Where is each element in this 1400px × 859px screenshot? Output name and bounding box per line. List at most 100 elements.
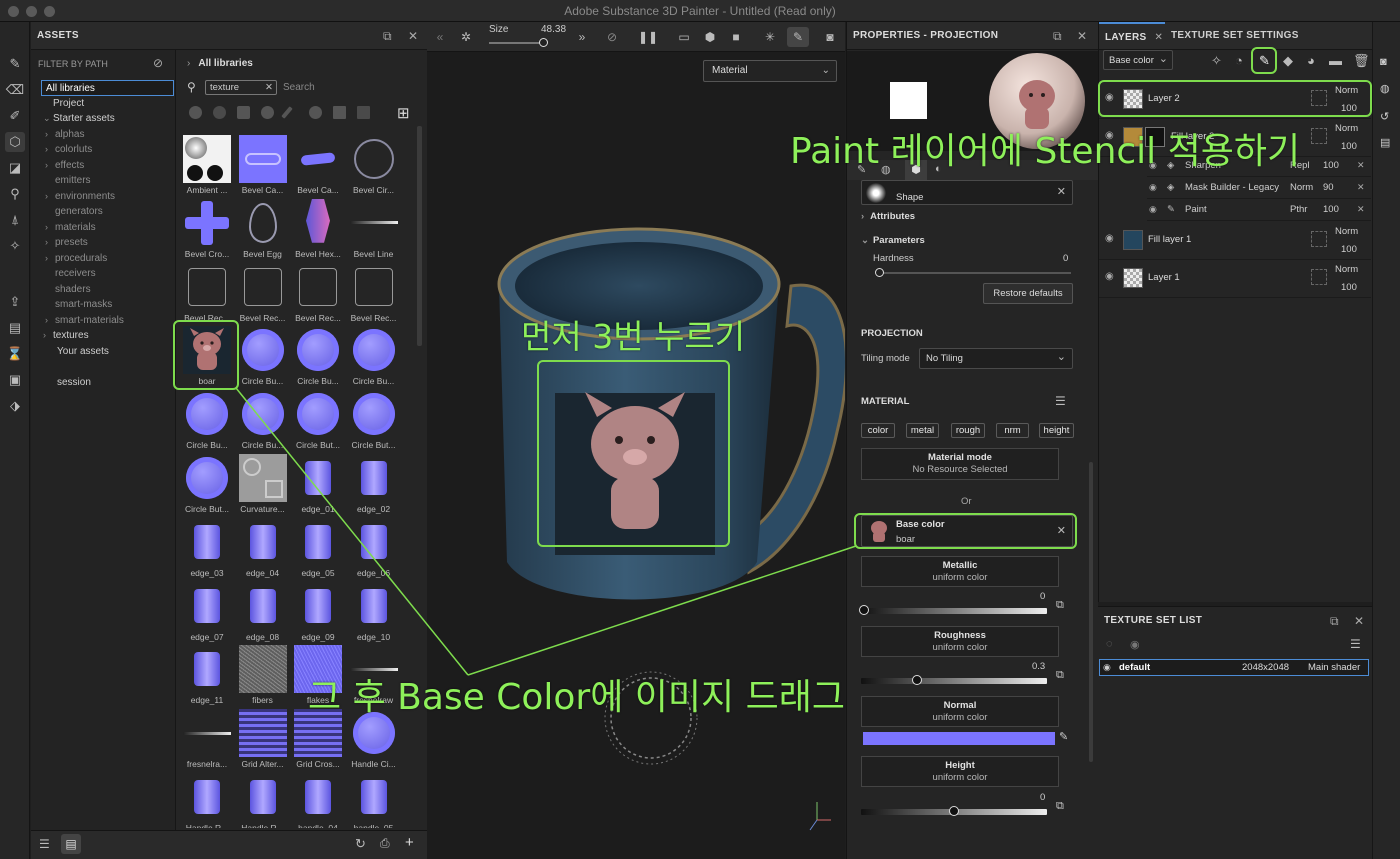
smart-material-filter-icon[interactable] [213,106,226,119]
asset-tile[interactable]: Bevel Cro... [181,198,233,260]
asset-tile[interactable]: Bevel Ca... [237,134,289,196]
chevron-right-icon[interactable]: › [45,142,55,158]
asset-tile[interactable]: Handle R... [237,772,289,828]
metallic-slider[interactable] [859,605,1047,615]
filter-item[interactable]: › environments [31,189,176,205]
bake-icon[interactable]: ▤ [5,318,25,338]
float-panel-icon[interactable]: ⧉ [1330,607,1339,635]
hardness-slider[interactable] [875,268,1071,277]
asset-tile[interactable]: edge_05 [292,517,344,579]
layer-opacity[interactable]: 100 [1341,244,1357,255]
asset-scrollbar[interactable] [417,126,422,346]
channel-tag-rough[interactable]: rough [951,423,985,438]
asset-tile[interactable]: fresnelra... [181,708,233,770]
channel-tag-metal[interactable]: metal [906,423,939,438]
asset-tile[interactable]: Circle Bu... [292,325,344,387]
chevron-right-icon[interactable]: › [45,313,55,329]
tool-settings-icon[interactable]: ✲ [455,27,477,47]
parameters-section[interactable]: ⌄ Parameters [861,235,925,246]
channel-dropdown[interactable]: Base color ⌄ [1103,50,1173,70]
asset-tile[interactable]: edge_04 [237,517,289,579]
chevron-down-icon[interactable]: ⌄ [43,111,53,127]
asset-tile[interactable]: Bevel Rec... [292,262,344,324]
filter-item[interactable]: All libraries [41,80,174,96]
asset-tile[interactable]: edge_06 [348,517,400,579]
effect-row[interactable]: ◉ ✎ Paint Pthr 100 ✕ [1147,199,1371,221]
eye-icon[interactable]: ◉ [1149,182,1157,193]
shelf-icon[interactable]: ⬗ [5,396,25,416]
asset-tile[interactable]: Bevel Rec... [348,262,400,324]
add-icon[interactable]: + [405,834,414,851]
expand-right-icon[interactable]: » [571,27,593,47]
blend-mode[interactable]: Norm [1335,264,1358,275]
paint-brush-icon[interactable]: ✎ [5,54,25,74]
refresh-icon[interactable]: ↻ [355,836,366,852]
chevron-right-icon[interactable]: › [45,189,55,205]
effect-row[interactable]: ◉ ◈ Mask Builder - Legacy Norm 90 ✕ [1147,177,1371,199]
texture-filter-icon[interactable] [333,106,346,119]
texture-set-row[interactable]: ◉ default 2048x2048 Main shader [1099,659,1369,676]
eye-icon[interactable]: ◉ [1105,233,1114,244]
filter-item[interactable]: session [31,375,176,391]
close-icon[interactable]: ✕ [1077,22,1087,50]
asset-tile[interactable]: Bevel Line [348,198,400,260]
add-mask-icon[interactable]: ◔ [1235,53,1243,68]
height-value[interactable]: 0 [1040,792,1045,803]
metallic-picker-icon[interactable]: ⧉ [1056,599,1064,612]
chevron-right-icon[interactable]: › [45,220,55,236]
tiling-mode-dropdown[interactable]: No Tiling ⌄ [919,348,1073,369]
roughness-picker-icon[interactable]: ⧉ [1056,669,1064,682]
close-icon[interactable]: ✕ [408,22,418,50]
asset-tile[interactable]: Bevel Rec... [237,262,289,324]
tsl-menu-icon[interactable]: ☰ [1350,637,1361,651]
delete-layer-icon[interactable]: 🗑 [1353,53,1370,69]
add-fill-layer-icon[interactable]: ◆ [1283,53,1293,69]
layer-row[interactable]: ◉ Layer 1 Norm 100 [1099,260,1371,298]
filter-item[interactable]: › alphas [31,127,176,143]
projection-icon[interactable]: ✐ [5,106,25,126]
asset-tile[interactable]: Curvature... [237,453,289,515]
asset-tile[interactable]: Handle R... [181,772,233,828]
metallic-value[interactable]: 0 [1040,591,1045,602]
asset-tile[interactable]: edge_11 [181,644,233,706]
camera-settings-icon[interactable]: ◙ [1380,56,1387,68]
effect-blend[interactable]: Norm [1290,182,1313,193]
brush-filter-icon[interactable] [281,106,293,119]
eye-icon[interactable]: ◉ [1149,204,1157,215]
filter-item[interactable]: ⌄ Starter assets [31,111,176,127]
asset-tile[interactable]: Circle Bu... [181,389,233,451]
channel-tag-nrm[interactable]: nrm [996,423,1029,438]
particle-filter-icon[interactable] [309,106,322,119]
filter-item[interactable]: shaders [31,282,176,298]
add-folder-icon[interactable]: ▬ [1329,53,1342,68]
picker-icon[interactable]: ⍋ [5,210,25,230]
details-view-icon[interactable]: ▤ [61,834,81,854]
remove-chip-icon[interactable]: ✕ [265,81,273,94]
search-input[interactable]: Search [283,82,315,93]
height-picker-icon[interactable]: ⧉ [1056,800,1064,813]
asset-tile[interactable]: Circle Bu... [237,325,289,387]
mask-filter-icon[interactable] [237,106,250,119]
eyedropper-icon[interactable]: ✎ [1059,730,1068,743]
asset-tile[interactable]: edge_03 [181,517,233,579]
layer-opacity[interactable]: 100 [1341,282,1357,293]
pause-icon[interactable]: ❚❚ [637,27,659,47]
chevron-right-icon[interactable]: › [45,127,55,143]
asset-tile[interactable]: Circle Bu... [237,389,289,451]
eye-icon[interactable]: ◉ [1103,662,1111,673]
asset-tile[interactable]: edge_01 [292,453,344,515]
layer-opacity[interactable]: 100 [1341,141,1357,152]
blend-mode[interactable]: Norm [1335,123,1358,134]
eraser-icon[interactable]: ⌫ [5,80,25,100]
chevron-right-icon[interactable]: › [45,235,55,251]
roughness-value[interactable]: 0.3 [1032,661,1045,672]
environment-filter-icon[interactable] [357,106,370,119]
selection-icon[interactable]: ▭ [673,27,695,47]
chevron-right-icon[interactable]: › [45,158,55,174]
add-smart-material-icon[interactable]: ◕ [1307,53,1315,68]
filter-item[interactable]: smart-masks [31,297,176,313]
screenshot-icon[interactable]: ◙ [819,27,841,47]
float-panel-icon[interactable]: ⧉ [1053,22,1062,50]
restore-defaults-button[interactable]: Restore defaults [983,283,1073,304]
filter-item[interactable]: › presets [31,235,176,251]
